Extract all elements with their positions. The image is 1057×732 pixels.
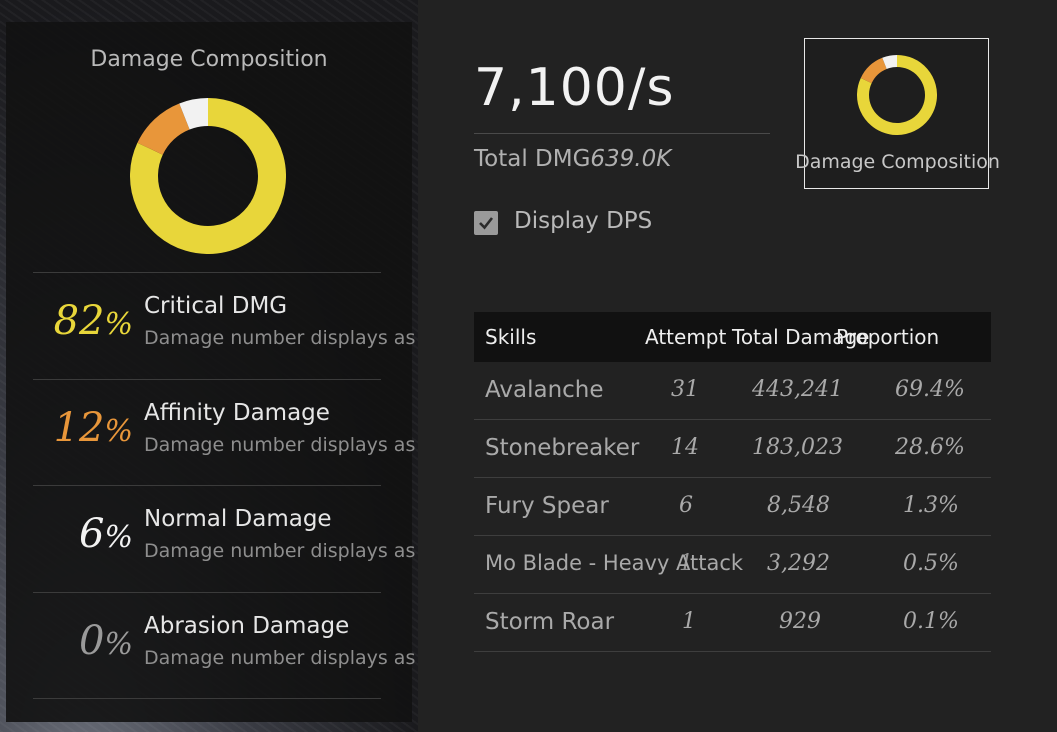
- composition-row-affinity: 12% Affinity Damage Damage number displa…: [33, 379, 415, 486]
- percent-unit: %: [104, 414, 133, 449]
- attempt-count: 1: [682, 609, 696, 634]
- table-row: Fury Spear 6 8,548 1.3%: [474, 478, 991, 536]
- header-skills: Skills: [485, 325, 537, 349]
- donut-segment: [860, 57, 888, 84]
- proportion: 69.4%: [895, 377, 965, 402]
- composition-description: Damage number displays as: [144, 434, 416, 456]
- skill-name: Fury Spear: [485, 493, 609, 519]
- composition-description: Damage number displays as: [144, 647, 416, 669]
- proportion: 28.6%: [895, 435, 965, 460]
- proportion: 0.5%: [903, 551, 959, 576]
- attempt-count: 6: [679, 493, 693, 518]
- composition-name: Critical DMG: [144, 293, 288, 319]
- skill-name: Stonebreaker: [485, 435, 640, 461]
- donut-chart-icon: [857, 55, 937, 135]
- header-proportion: Proportion: [836, 325, 940, 349]
- composition-row-critical: 82% Critical DMG Damage number displays …: [33, 272, 415, 379]
- divider: [33, 698, 381, 699]
- skill-name: Storm Roar: [485, 609, 615, 635]
- dps-value: 7,100/s: [474, 58, 675, 118]
- display-dps-label: Display DPS: [514, 208, 653, 234]
- damage-composition-donut: [130, 98, 286, 254]
- composition-row-abrasion: 0% Abrasion Damage Damage number display…: [33, 592, 415, 699]
- total-damage: Total DMG639.0K: [474, 146, 671, 172]
- table-row: Storm Roar 1 929 0.1%: [474, 594, 991, 652]
- normal-percent: 6%: [33, 508, 133, 564]
- composition-description: Damage number displays as: [144, 540, 416, 562]
- total-damage: 443,241: [752, 377, 843, 402]
- attempt-count: 31: [671, 377, 699, 402]
- total-damage-value: 639.0K: [590, 146, 672, 172]
- composition-row-normal: 6% Normal Damage Damage number displays …: [33, 485, 415, 592]
- divider: [474, 133, 770, 134]
- attempt-count: 1: [679, 551, 693, 576]
- skill-name: Mo Blade - Heavy Attack: [485, 551, 744, 575]
- composition-name: Abrasion Damage: [144, 613, 350, 639]
- percent-value: 0: [79, 618, 105, 664]
- table-row: Stonebreaker 14 183,023 28.6%: [474, 420, 991, 478]
- critical-percent: 82%: [33, 295, 133, 351]
- total-damage: 3,292: [767, 551, 830, 576]
- skill-name: Avalanche: [485, 377, 604, 403]
- skills-table: Skills Attempt Total Damage Proportion A…: [474, 312, 991, 652]
- table-header: Skills Attempt Total Damage Proportion: [474, 312, 991, 362]
- percent-value: 12: [53, 405, 105, 451]
- percent-unit: %: [104, 307, 133, 342]
- total-damage: 183,023: [752, 435, 843, 460]
- proportion: 0.1%: [903, 609, 959, 634]
- percent-value: 82: [53, 298, 105, 344]
- donut-segment: [137, 103, 191, 156]
- checkmark-icon: [479, 217, 494, 230]
- total-damage-label: Total DMG: [474, 146, 591, 172]
- affinity-percent: 12%: [33, 402, 133, 458]
- donut-segment: [179, 98, 209, 130]
- table-row: Mo Blade - Heavy Attack 3,292 0.5% 1: [474, 536, 991, 594]
- damage-composition-panel: Damage Composition 82% Critical DMG Dama…: [6, 22, 415, 722]
- damage-composition-button[interactable]: Damage Composition: [795, 38, 1000, 189]
- total-damage: 929: [779, 609, 821, 634]
- composition-name: Affinity Damage: [144, 400, 330, 426]
- panel-title: Damage Composition: [90, 47, 328, 72]
- proportion: 1.3%: [903, 493, 959, 518]
- table-row: Avalanche 31 443,241 69.4%: [474, 362, 991, 420]
- composition-description: Damage number displays as: [144, 327, 416, 349]
- percent-unit: %: [104, 627, 133, 662]
- percent-value: 6: [79, 511, 105, 557]
- attempt-count: 14: [671, 435, 699, 460]
- total-damage: 8,548: [767, 493, 830, 518]
- header-attempt: Attempt: [645, 325, 727, 349]
- percent-unit: %: [104, 520, 133, 555]
- damage-composition-button-label: Damage Composition: [795, 151, 1000, 173]
- display-dps-checkbox[interactable]: [474, 211, 498, 235]
- donut-segment: [882, 55, 898, 70]
- abrasion-percent: 0%: [33, 615, 133, 671]
- composition-name: Normal Damage: [144, 506, 332, 532]
